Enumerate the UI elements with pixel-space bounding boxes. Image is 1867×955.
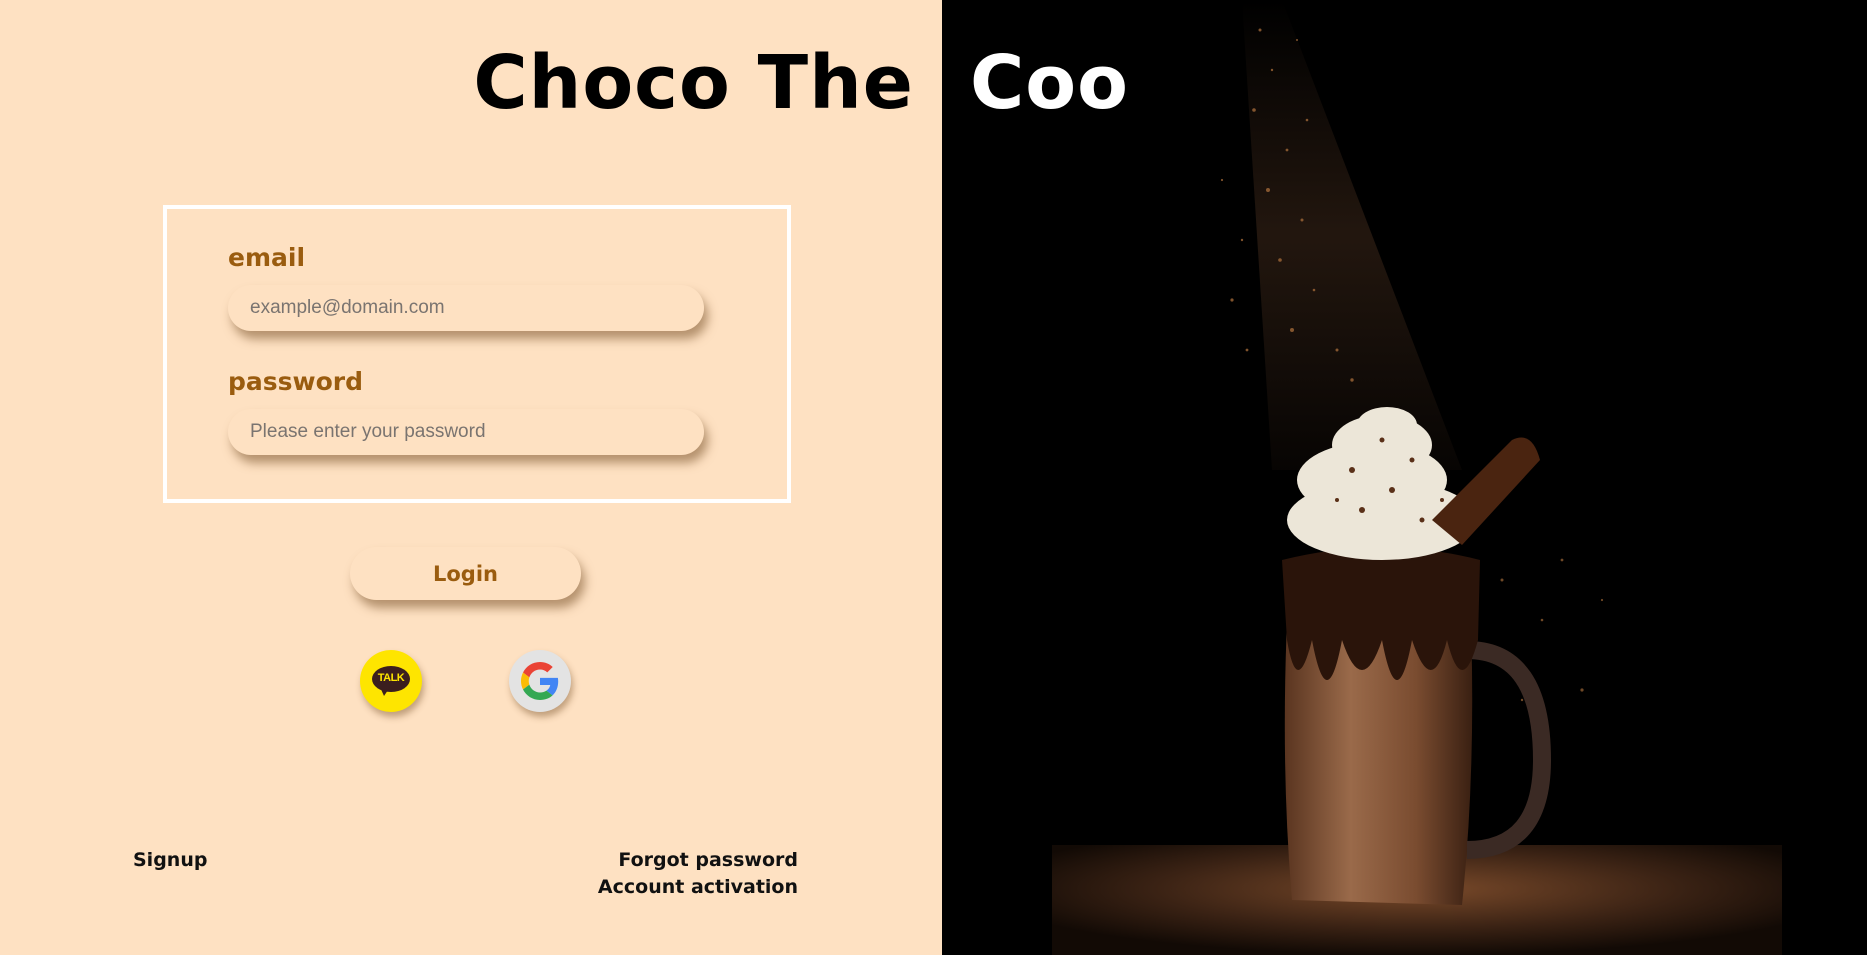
account-activation-link[interactable]: Account activation [598, 876, 798, 898]
login-page: Choco The Coo email password Login TALK … [0, 0, 1867, 955]
app-title: Choco The Coo [0, 28, 1867, 138]
password-label: password [228, 367, 364, 396]
app-title-left: Choco The [473, 40, 914, 126]
app-title-right: Coo [970, 40, 1129, 126]
google-g-icon [521, 662, 559, 700]
password-field[interactable] [228, 409, 704, 455]
email-field[interactable] [228, 285, 704, 331]
google-login-button[interactable] [509, 650, 571, 712]
signup-link[interactable]: Signup [133, 849, 207, 871]
kakao-talk-text: TALK [377, 672, 405, 684]
hero-image-panel [942, 0, 1867, 955]
login-button[interactable]: Login [350, 547, 581, 600]
kakao-login-button[interactable]: TALK [360, 650, 422, 712]
chocolate-milkshake-image [942, 0, 1867, 955]
forgot-password-link[interactable]: Forgot password [618, 849, 798, 871]
email-label: email [228, 243, 306, 272]
kakao-talk-icon: TALK [372, 666, 410, 696]
